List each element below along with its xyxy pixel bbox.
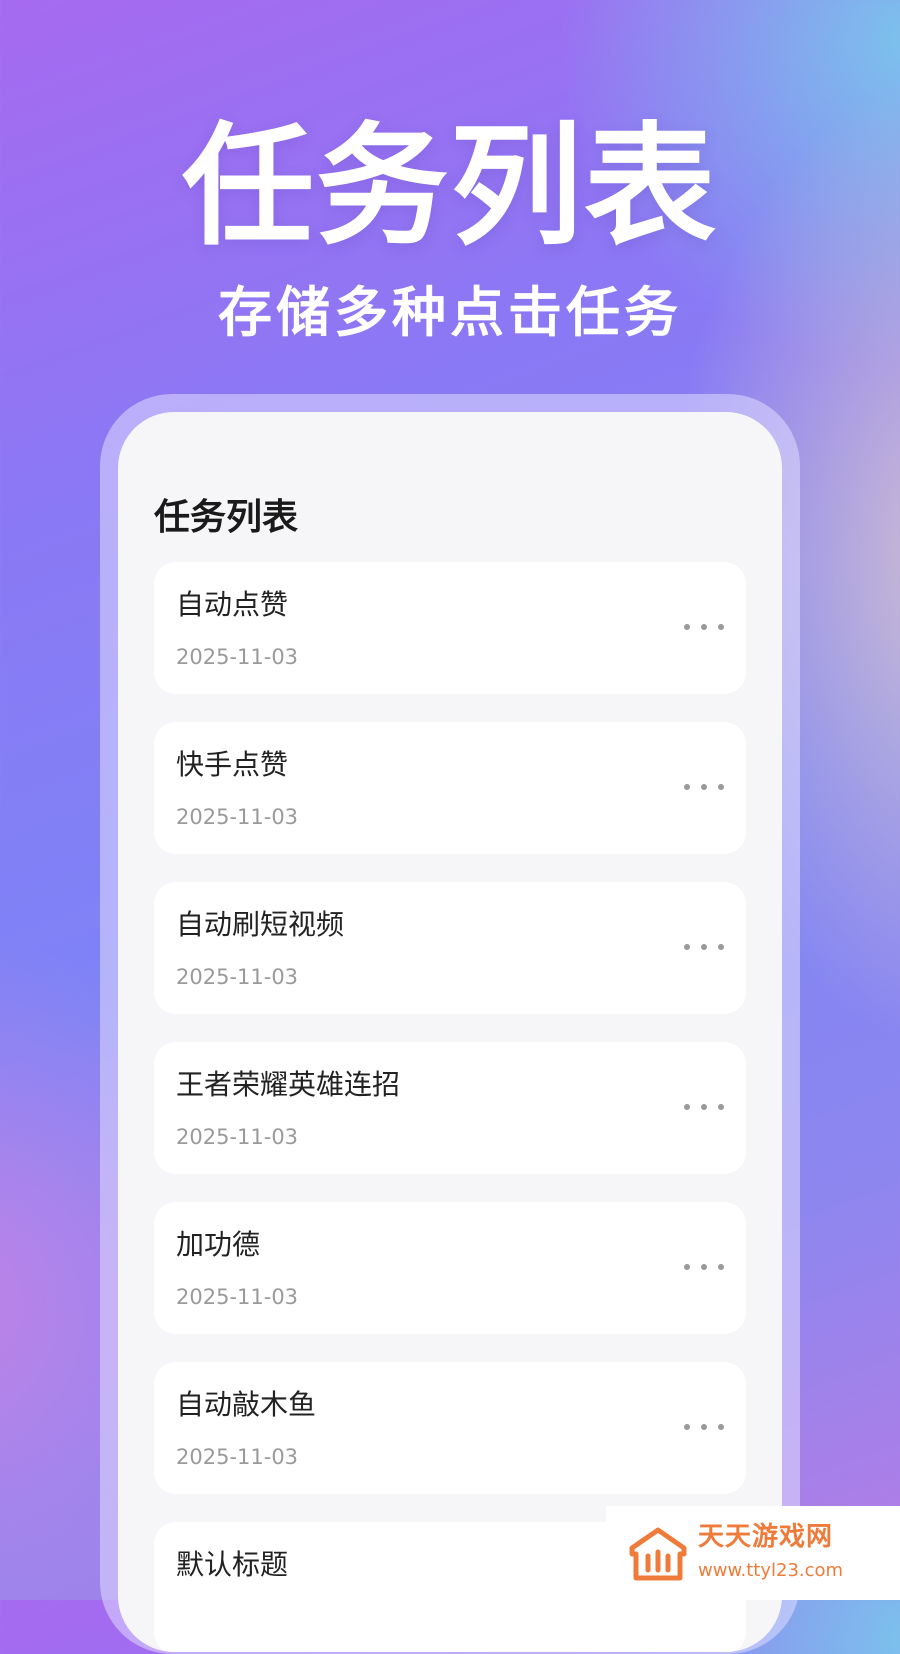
more-options-icon[interactable] xyxy=(684,1412,724,1442)
phone-screen: 任务列表 自动点赞 2025-11-03 快手点赞 2025-11-03 自动刷… xyxy=(118,412,782,1652)
task-item[interactable]: 快手点赞 2025-11-03 xyxy=(154,722,746,854)
page-title: 任务列表 xyxy=(154,497,299,538)
watermark-name: 天天游戏网 xyxy=(698,1522,834,1552)
hero-subtitle: 存储多种点击任务 xyxy=(218,281,682,344)
more-options-icon[interactable] xyxy=(684,612,724,642)
more-options-icon[interactable] xyxy=(684,772,724,802)
task-date: 2025-11-03 xyxy=(176,805,299,829)
task-date: 2025-11-03 xyxy=(176,1285,299,1309)
task-name: 自动刷短视频 xyxy=(176,908,345,941)
task-name: 自动敲木鱼 xyxy=(176,1388,317,1421)
task-item[interactable]: 自动刷短视频 2025-11-03 xyxy=(154,882,746,1014)
task-date: 2025-11-03 xyxy=(176,1445,299,1469)
task-date: 2025-11-03 xyxy=(176,965,299,989)
task-name: 王者荣耀英雄连招 xyxy=(176,1068,401,1101)
task-name: 加功德 xyxy=(176,1228,261,1261)
task-name: 默认标题 xyxy=(176,1548,289,1581)
task-date: 2025-11-03 xyxy=(176,645,299,669)
more-options-icon[interactable] xyxy=(684,1092,724,1122)
watermark: 天天游戏网 www.ttyl23.com xyxy=(606,1506,900,1600)
more-options-icon[interactable] xyxy=(684,1252,724,1282)
task-name: 快手点赞 xyxy=(176,748,289,781)
house-logo-icon xyxy=(629,1527,687,1581)
task-item[interactable]: 自动点赞 2025-11-03 xyxy=(154,562,746,694)
task-name: 自动点赞 xyxy=(176,588,289,621)
hero-title: 任务列表 xyxy=(182,110,718,264)
more-options-icon[interactable] xyxy=(684,932,724,962)
task-item[interactable]: 加功德 2025-11-03 xyxy=(154,1202,746,1334)
task-date: 2025-11-03 xyxy=(176,1125,299,1149)
task-item[interactable]: 王者荣耀英雄连招 2025-11-03 xyxy=(154,1042,746,1174)
task-item[interactable]: 自动敲木鱼 2025-11-03 xyxy=(154,1362,746,1494)
watermark-url: www.ttyl23.com xyxy=(698,1560,844,1581)
